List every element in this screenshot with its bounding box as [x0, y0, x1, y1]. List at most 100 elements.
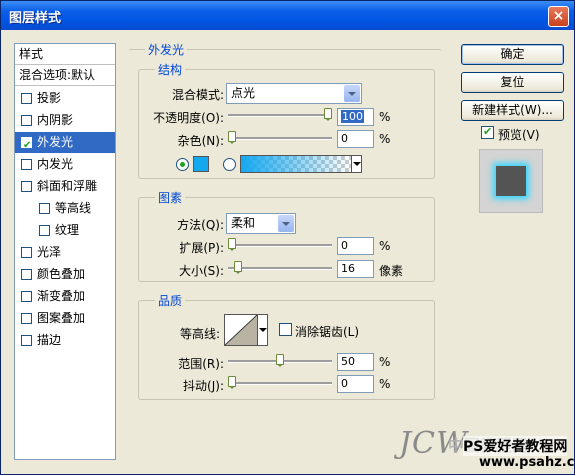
style-list-item-label: 描边: [37, 333, 62, 347]
dialog-title: 图层样式: [9, 11, 62, 26]
style-list-item[interactable]: 图案叠加: [15, 308, 115, 329]
style-checkbox[interactable]: [21, 269, 32, 280]
style-checkbox[interactable]: [21, 291, 32, 302]
watermark-ps-site: PS爱好者教程网: [463, 436, 568, 456]
jitter-value: 0: [341, 377, 348, 390]
size-input[interactable]: 16: [337, 260, 374, 278]
style-list-item[interactable]: 纹理: [15, 220, 115, 241]
style-checkbox[interactable]: [21, 159, 32, 170]
technique-select[interactable]: 柔和: [226, 213, 296, 234]
preview-checkbox[interactable]: ✔: [481, 125, 494, 139]
spread-slider-thumb[interactable]: [228, 238, 236, 251]
range-unit: %: [379, 355, 391, 369]
size-slider-track: [228, 267, 332, 270]
spread-slider-track: [228, 244, 332, 247]
blend-mode-label: 混合模式:: [171, 88, 224, 102]
title-bar[interactable]: 图层样式 ×: [1, 1, 574, 30]
size-value: 16: [341, 262, 355, 275]
opacity-slider-track: [228, 114, 332, 117]
anti-alias-label[interactable]: 消除锯齿(L): [295, 323, 359, 340]
jitter-slider[interactable]: [228, 376, 332, 390]
style-checkbox[interactable]: [21, 313, 32, 324]
noise-input[interactable]: 0: [337, 130, 374, 148]
style-list-item-label: 内发光: [37, 157, 74, 171]
style-preview-thumbnail: [479, 149, 543, 213]
solid-color-radio[interactable]: [176, 158, 189, 171]
blending-options-item[interactable]: 混合选项:默认: [15, 65, 115, 86]
range-slider-thumb[interactable]: [276, 354, 284, 367]
structure-title: 结构: [155, 61, 186, 78]
style-checkbox[interactable]: [39, 225, 50, 236]
jitter-label: 抖动(J):: [183, 379, 224, 393]
contour-label: 等高线:: [179, 327, 220, 341]
style-list-item[interactable]: 投影: [15, 88, 115, 109]
size-slider[interactable]: [228, 261, 332, 275]
style-list-item-label: 内阴影: [37, 113, 74, 127]
noise-slider-thumb[interactable]: [228, 131, 236, 144]
style-checkbox[interactable]: [21, 93, 32, 104]
contour-curve-icon: [225, 315, 257, 345]
new-style-button[interactable]: 新建样式(W)...: [461, 100, 564, 121]
layer-style-dialog: 图层样式 × 样式 混合选项:默认 投影 内阴影 ✔ 外发光 内发光 斜面和浮雕 等高线 纹理…: [0, 0, 575, 475]
jitter-input[interactable]: 0: [337, 375, 374, 393]
gradient-radio[interactable]: [223, 158, 236, 171]
noise-slider-track: [228, 137, 332, 140]
style-checkbox[interactable]: [21, 115, 32, 126]
size-label: 大小(S):: [178, 264, 224, 278]
noise-unit: %: [379, 132, 391, 146]
spread-label: 扩展(P):: [179, 241, 224, 255]
style-list-item-label: 图案叠加: [37, 311, 86, 325]
style-list-item[interactable]: 斜面和浮雕: [15, 176, 115, 197]
technique-value: 柔和: [231, 216, 256, 230]
size-unit: 像素: [379, 264, 404, 278]
style-list-item-label: 纹理: [55, 223, 80, 237]
style-checkbox[interactable]: ✔: [21, 137, 32, 151]
style-checkbox[interactable]: [21, 247, 32, 258]
opacity-slider[interactable]: [228, 108, 332, 122]
style-list-item[interactable]: 等高线: [15, 198, 115, 219]
style-list-item[interactable]: 内发光: [15, 154, 115, 175]
chevron-down-icon[interactable]: [344, 85, 360, 102]
size-slider-thumb[interactable]: [234, 261, 242, 274]
opacity-slider-thumb[interactable]: [324, 108, 332, 121]
range-input[interactable]: 50: [337, 353, 374, 371]
quality-title: 品质: [155, 292, 186, 309]
opacity-label: 不透明度(O):: [153, 111, 224, 125]
style-list-item[interactable]: 描边: [15, 330, 115, 351]
jitter-slider-thumb[interactable]: [228, 376, 236, 389]
gradient-dropdown-arrow[interactable]: [351, 155, 362, 173]
style-checkbox[interactable]: [21, 335, 32, 346]
style-checkbox[interactable]: [21, 181, 32, 192]
contour-picker[interactable]: [224, 314, 258, 346]
outer-glow-title: 外发光: [145, 41, 188, 58]
style-list-item[interactable]: ✔ 外发光: [15, 132, 115, 153]
style-list-header[interactable]: 样式: [15, 44, 115, 65]
dialog-body: 样式 混合选项:默认 投影 内阴影 ✔ 外发光 内发光 斜面和浮雕 等高线 纹理 光泽 颜色叠加渐…: [4, 30, 571, 472]
noise-label: 杂色(N):: [177, 134, 224, 148]
anti-alias-checkbox[interactable]: [279, 323, 292, 336]
opacity-input[interactable]: 100: [337, 108, 374, 126]
contour-dropdown-arrow[interactable]: [257, 314, 268, 346]
style-list-item[interactable]: 渐变叠加: [15, 286, 115, 307]
spread-slider[interactable]: [228, 238, 332, 252]
close-button[interactable]: ×: [548, 6, 569, 27]
style-checkbox[interactable]: [39, 203, 50, 214]
style-list-item[interactable]: 光泽: [15, 242, 115, 263]
technique-label: 方法(Q):: [177, 218, 224, 232]
elements-title: 图素: [155, 189, 186, 206]
reset-button[interactable]: 复位: [461, 72, 564, 93]
spread-input[interactable]: 0: [337, 237, 374, 255]
style-list-item[interactable]: 内阴影: [15, 110, 115, 131]
style-list-item[interactable]: 颜色叠加: [15, 264, 115, 285]
noise-slider[interactable]: [228, 131, 332, 145]
style-list-item-label: 斜面和浮雕: [37, 179, 98, 193]
preview-label[interactable]: 预览(V): [498, 126, 540, 143]
range-value: 50: [341, 355, 355, 368]
blend-mode-select[interactable]: 点光: [226, 83, 362, 104]
range-slider[interactable]: [228, 354, 332, 368]
style-list-item-label: 等高线: [55, 201, 92, 215]
ok-button[interactable]: 确定: [461, 44, 564, 65]
glow-color-swatch[interactable]: [193, 156, 209, 172]
glow-gradient-picker[interactable]: [240, 155, 352, 173]
chevron-down-icon[interactable]: [278, 215, 294, 232]
